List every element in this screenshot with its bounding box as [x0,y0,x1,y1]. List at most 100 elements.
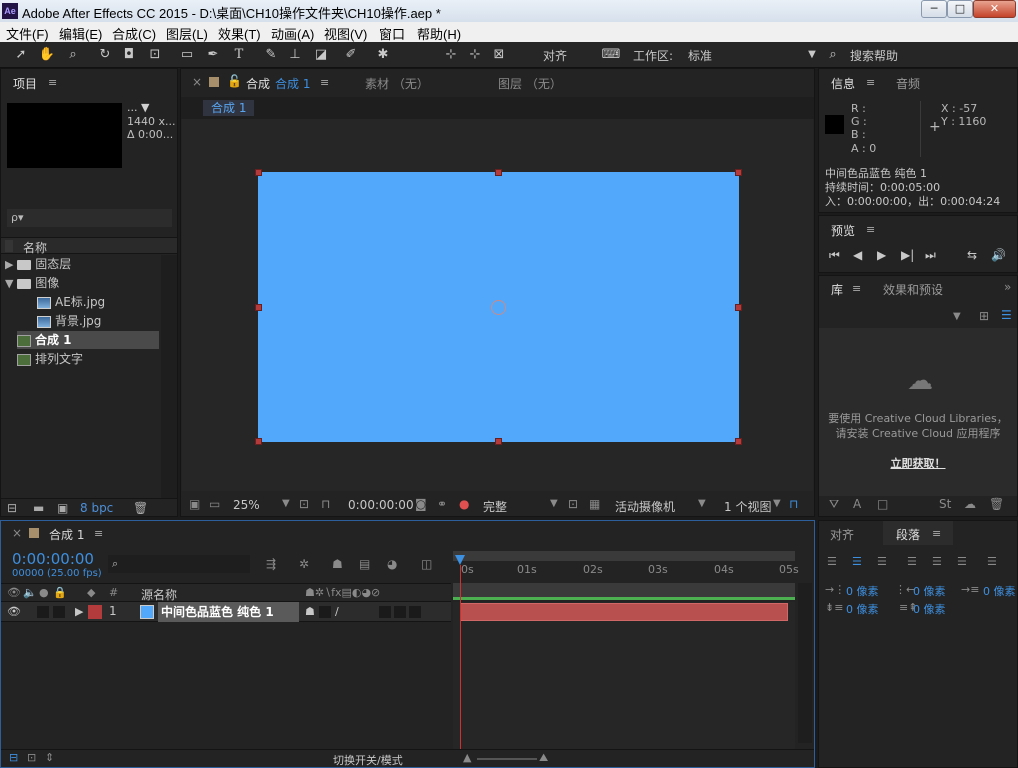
transparency-grid-icon[interactable]: ▦ [589,497,600,511]
lock-icon[interactable]: 🔓 [227,74,242,88]
tab-paragraph[interactable]: 段落 [896,526,920,543]
list-item[interactable]: 排列文字 [17,350,159,368]
frame-blending-icon[interactable]: ▤ [359,557,370,571]
get-now-link[interactable]: 立即获取！ [819,455,1017,471]
eraser-tool-icon[interactable]: ◪ [312,46,330,64]
sync-icon[interactable]: ☁ [964,497,976,511]
grid-view-icon[interactable]: ⊞ [979,309,989,323]
bit-depth-button[interactable]: 8 bpc [80,501,113,515]
anchor-point-icon[interactable] [491,300,506,315]
draft-3d-icon[interactable]: ✲ [299,557,309,571]
time-ruler[interactable]: 0s 01s 02s 03s 04s 05s [453,563,799,579]
justify-last-center-icon[interactable]: ☰ [932,555,942,568]
layer-label-color[interactable] [88,605,102,619]
layer-name[interactable]: 中间色品蓝色 纯色 1 [158,602,299,622]
rectangle-tool-icon[interactable]: ▭ [178,46,196,64]
menu-layer[interactable]: 图层(L) [166,24,208,43]
collapse-switch[interactable] [319,606,331,618]
tab-align[interactable]: 对齐 [830,526,854,543]
collapse-arrow-icon[interactable]: ▼ [5,277,13,290]
breadcrumb[interactable]: 合成 1 [203,100,255,116]
rotate-tool-icon[interactable]: ↻ [96,46,114,64]
zoom-dropdown-icon[interactable]: ▼ [282,498,290,509]
work-area-range[interactable] [453,583,795,597]
interpret-footage-icon[interactable]: ⊟ [7,501,17,515]
lock-toggle[interactable] [53,606,65,618]
paragraph-menu-icon[interactable]: ≡ [932,527,941,540]
new-composition-icon[interactable]: ▣ [57,501,68,515]
space-after-field[interactable]: 0 像素 [913,601,946,617]
camera-tool-icon[interactable]: ◘ [120,46,138,64]
library-dropdown-icon[interactable]: ▼ [953,311,961,322]
shy-layers-icon[interactable]: ☗ [332,557,343,571]
list-item-selected[interactable]: 合成 1 [17,331,159,349]
zoom-tool-icon[interactable]: ⌕ [64,46,82,64]
transform-handle[interactable] [255,304,262,311]
tab-layer[interactable]: 图层 （无） [498,75,562,92]
brush-tool-icon[interactable]: ✎ [262,46,280,64]
toggle-pixel-aspect-icon[interactable]: ⊓ [789,497,798,511]
graph-editor-icon[interactable]: ◫ [421,557,432,571]
previous-frame-icon[interactable]: ◀ [853,248,862,262]
menu-view[interactable]: 视图(V) [324,24,367,43]
trash-icon[interactable]: 🗑 [989,497,1004,511]
tab-composition[interactable]: 合成 1 [275,75,310,92]
list-item[interactable]: ▶ 固态层 [5,255,175,273]
tab-composition-prefix[interactable]: 合成 [246,75,270,92]
timeline-timecode[interactable]: 0:00:00:00 [12,550,94,568]
indent-right-field[interactable]: 0 像素 [913,583,946,599]
eye-icon[interactable]: 👁 [7,605,21,618]
layer-list-empty[interactable] [1,622,451,749]
puppet-pin-tool-icon[interactable]: ✱ [374,46,392,64]
tab-preview[interactable]: 预览 [831,222,855,239]
align-left-icon[interactable]: ☰ [827,555,837,568]
column-source-name[interactable]: 源名称 [141,586,177,603]
column-number[interactable]: # [109,586,118,599]
menu-edit[interactable]: 编辑(E) [59,24,102,43]
adobe-stock-icon[interactable]: St [939,497,951,511]
shy-switch-icon[interactable]: ☗ [305,605,315,618]
motion-blur-icon[interactable]: ◕ [387,557,397,571]
play-icon[interactable]: ▶ [877,248,886,262]
justify-last-left-icon[interactable]: ☰ [907,555,917,568]
views-dropdown-icon[interactable]: ▼ [773,498,781,509]
space-before-field[interactable]: 0 像素 [846,601,879,617]
transform-handle[interactable] [495,169,502,176]
safe-zones-icon[interactable]: ⊓ [321,497,330,511]
transform-handle[interactable] [735,169,742,176]
expand-arrow-icon[interactable]: ▶ [5,258,13,271]
zoom-out-icon[interactable]: ▲ [463,751,471,764]
pen-tool-icon[interactable]: ✒ [204,46,222,64]
timeline-scrollbar[interactable] [798,583,812,743]
comp-flowchart-icon[interactable]: ⇶ [266,557,276,571]
view-layout-select[interactable]: 1 个视图 [724,498,771,515]
add-text-style-icon[interactable]: A [853,497,861,511]
resolution-select[interactable]: 完整 [483,498,507,515]
tab-footage[interactable]: 素材 （无） [365,75,429,92]
project-search-input[interactable]: ρ▾ [7,209,172,227]
current-time-display[interactable]: 0:00:00:00 [348,498,414,512]
quality-switch-icon[interactable]: ∕ [335,605,339,618]
solo-switch-icon[interactable]: ● [39,586,49,599]
list-item[interactable]: ▼ 图像 [5,274,175,292]
transform-handle[interactable] [255,438,262,445]
solo-toggle[interactable] [37,606,49,618]
indent-left-field[interactable]: 0 像素 [846,583,879,599]
roto-brush-tool-icon[interactable]: ✐ [342,46,360,64]
align-right-icon[interactable]: ☰ [877,555,887,568]
timeline-menu-icon[interactable]: ≡ [94,527,103,540]
loop-icon[interactable]: ⇆ [967,248,977,262]
menu-window[interactable]: 窗口 [379,24,405,43]
project-menu-icon[interactable]: ≡ [48,76,57,89]
type-tool-icon[interactable]: T [230,46,248,64]
maximize-button[interactable]: □ [947,0,973,18]
clone-stamp-tool-icon[interactable]: ⊥ [286,46,304,64]
new-folder-icon[interactable]: ▬ [33,501,44,515]
selection-tool-icon[interactable]: ➚ [12,46,30,64]
list-item[interactable]: 背景.jpg [37,312,175,330]
preview-menu-icon[interactable]: ≡ [866,223,875,236]
tab-library[interactable]: 库 [831,281,843,298]
list-view-icon[interactable]: ☰ [1001,308,1012,322]
menu-help[interactable]: 帮助(H) [417,24,461,43]
motion-blur-switch[interactable] [379,606,391,618]
